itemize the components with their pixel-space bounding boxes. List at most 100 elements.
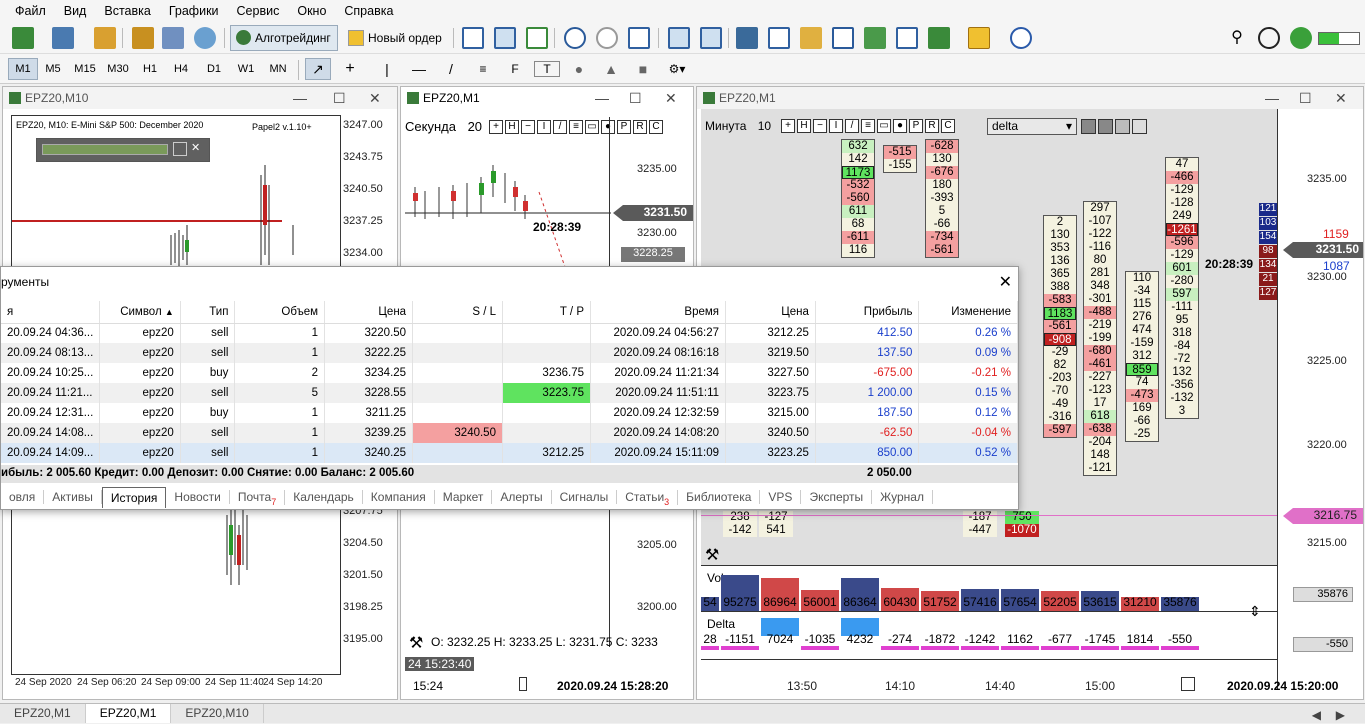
tool-dot[interactable]: ●: [893, 119, 907, 133]
col-symbol[interactable]: Символ ▲: [99, 301, 181, 324]
table-row[interactable]: 20.09.24 08:13... epz20 sell 1 3222.25 2020.0…: [1, 343, 1018, 363]
toolbox-dialog[interactable]: рументы ✕ я Символ ▲ Тип Объем Цена S / …: [0, 266, 1019, 510]
mode-select[interactable]: delta ▾: [987, 118, 1077, 135]
tool-p[interactable]: P: [909, 119, 923, 133]
maximize-icon[interactable]: ☐: [629, 90, 642, 107]
maximize-icon[interactable]: ☐: [333, 90, 346, 107]
close-icon[interactable]: ✕: [665, 90, 677, 107]
period-icon[interactable]: [832, 27, 854, 49]
tool-plus[interactable]: +: [489, 120, 503, 134]
tool-i[interactable]: I: [829, 119, 843, 133]
zoom-in-icon[interactable]: [564, 27, 586, 49]
tab-14[interactable]: Журнал: [872, 490, 933, 504]
tab-7[interactable]: Маркет: [435, 490, 493, 504]
indicators-icon[interactable]: [864, 27, 886, 49]
table-row[interactable]: 20.09.24 10:25... epz20 buy 2 3234.25 3236.75…: [1, 363, 1018, 383]
menu-file[interactable]: Файл: [6, 4, 55, 18]
layout-icon[interactable]: [768, 27, 790, 49]
resize-handle-icon[interactable]: ⇕: [1249, 603, 1261, 620]
window-tab[interactable]: EPZ20,M1: [0, 704, 86, 723]
col-type[interactable]: Тип: [180, 301, 236, 324]
signal-icon[interactable]: [194, 27, 216, 49]
timeframe-w1[interactable]: W1: [231, 58, 261, 80]
menu-view[interactable]: Вид: [55, 4, 96, 18]
col-sl[interactable]: S / L: [412, 301, 503, 324]
tab-2[interactable]: История: [101, 486, 167, 508]
window-tab[interactable]: EPZ20,M10: [171, 704, 264, 723]
cursor-icon[interactable]: ↗: [305, 58, 331, 80]
zoom-out-icon[interactable]: [596, 27, 618, 49]
candlestick-icon[interactable]: [494, 27, 516, 49]
tool-dot[interactable]: ●: [601, 120, 615, 134]
tab-9[interactable]: Сигналы: [552, 490, 618, 504]
tab-1[interactable]: Активы: [44, 490, 102, 504]
close-icon[interactable]: ✕: [1335, 90, 1347, 107]
navigator-icon[interactable]: [94, 27, 116, 49]
channels-icon[interactable]: ≡: [470, 58, 496, 80]
scroll-marker[interactable]: [1181, 677, 1195, 691]
tile-windows-icon[interactable]: [628, 27, 650, 49]
clock-icon[interactable]: [1010, 27, 1032, 49]
maximize-icon[interactable]: ☐: [1299, 90, 1312, 107]
timeframe-m1[interactable]: M1: [8, 58, 38, 80]
tool-slash[interactable]: /: [845, 119, 859, 133]
tool-plus[interactable]: +: [781, 119, 795, 133]
close-icon[interactable]: ✕: [369, 90, 381, 107]
tool-rect[interactable]: ▭: [585, 120, 599, 134]
tools-icon[interactable]: ⚒: [705, 545, 719, 565]
tool-slash[interactable]: /: [553, 120, 567, 134]
tab-11[interactable]: Библиотека: [678, 490, 761, 504]
tool-rect[interactable]: ▭: [877, 119, 891, 133]
col-volume[interactable]: Объем: [234, 301, 326, 324]
tool-h[interactable]: H: [797, 119, 811, 133]
font-tool-icon[interactable]: [1081, 119, 1096, 134]
autoscroll-icon[interactable]: [668, 27, 690, 49]
minimize-icon[interactable]: —: [1265, 90, 1279, 106]
arrow-tool-icon[interactable]: [1098, 119, 1113, 134]
menu-tools[interactable]: Сервис: [228, 4, 289, 18]
col-close-price[interactable]: Цена: [725, 301, 816, 324]
scroll-marker[interactable]: [519, 677, 527, 691]
menu-help[interactable]: Справка: [335, 4, 402, 18]
scroll-right-icon[interactable]: ▶: [1322, 706, 1359, 724]
tool-lines[interactable]: ≡: [861, 119, 875, 133]
chart-shift-icon[interactable]: [700, 27, 722, 49]
minimize-icon[interactable]: —: [595, 90, 609, 106]
menu-charts[interactable]: Графики: [160, 4, 228, 18]
level-icon[interactable]: [1290, 27, 1312, 49]
horizontal-line-icon[interactable]: —: [406, 58, 432, 80]
col-time[interactable]: я: [1, 301, 101, 324]
data-window-icon[interactable]: [162, 27, 184, 49]
vertical-line-icon[interactable]: |: [374, 58, 400, 80]
chart-properties-icon[interactable]: [928, 27, 950, 49]
minimize-icon[interactable]: —: [293, 90, 307, 106]
timeframe-m5[interactable]: M5: [38, 58, 68, 80]
timeframe-mn[interactable]: MN: [263, 58, 293, 80]
objects-icon[interactable]: [896, 27, 918, 49]
tab-4[interactable]: Почта7: [230, 489, 286, 507]
m-tool-icon[interactable]: [1132, 119, 1147, 134]
close-icon[interactable]: ✕: [999, 272, 1012, 292]
templates-icon[interactable]: [800, 27, 822, 49]
line-chart-icon[interactable]: [526, 27, 548, 49]
tool-r[interactable]: R: [633, 120, 647, 134]
tab-8[interactable]: Алерты: [492, 490, 552, 504]
tab-6[interactable]: Компания: [363, 490, 435, 504]
window-tab[interactable]: EPZ20,M1: [85, 704, 172, 723]
new-chart-icon[interactable]: [12, 27, 34, 49]
text-tool-icon[interactable]: T: [534, 61, 560, 77]
tool-h[interactable]: H: [505, 120, 519, 134]
search-icon[interactable]: ⚲: [1226, 27, 1248, 49]
function-icon[interactable]: [968, 27, 990, 49]
tool-p[interactable]: P: [617, 120, 631, 134]
timeframe-h1[interactable]: H1: [135, 58, 165, 80]
tools-icon[interactable]: ⚒: [409, 633, 423, 653]
table-row[interactable]: 20.09.24 04:36... epz20 sell 1 3220.50 2020.0…: [1, 323, 1018, 343]
timeframe-d1[interactable]: D1: [199, 58, 229, 80]
tool-minus[interactable]: −: [813, 119, 827, 133]
tab-3[interactable]: Новости: [166, 490, 230, 504]
rectangle-icon[interactable]: ■: [630, 58, 656, 80]
table-row[interactable]: 20.09.24 14:09... epz20 sell 1 3240.25 3212.2…: [1, 443, 1018, 463]
market-icon[interactable]: [736, 27, 758, 49]
shapes-icon[interactable]: ●: [566, 58, 592, 80]
